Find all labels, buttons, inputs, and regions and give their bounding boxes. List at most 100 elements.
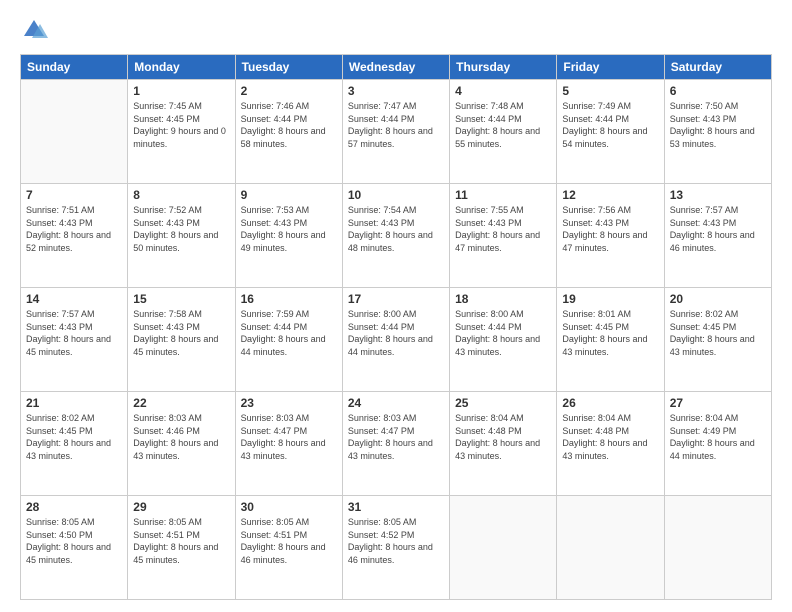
day-info: Sunrise: 7:48 AMSunset: 4:44 PMDaylight:… (455, 100, 551, 150)
day-number: 25 (455, 396, 551, 410)
day-number: 2 (241, 84, 337, 98)
day-number: 29 (133, 500, 229, 514)
day-info: Sunrise: 8:00 AMSunset: 4:44 PMDaylight:… (455, 308, 551, 358)
calendar-cell: 17 Sunrise: 8:00 AMSunset: 4:44 PMDayligh… (342, 288, 449, 392)
calendar-cell: 6 Sunrise: 7:50 AMSunset: 4:43 PMDaylight… (664, 80, 771, 184)
calendar-week-row: 7 Sunrise: 7:51 AMSunset: 4:43 PMDaylight… (21, 184, 772, 288)
day-number: 3 (348, 84, 444, 98)
calendar-day-header: Thursday (450, 55, 557, 80)
day-info: Sunrise: 8:03 AMSunset: 4:46 PMDaylight:… (133, 412, 229, 462)
day-info: Sunrise: 7:54 AMSunset: 4:43 PMDaylight:… (348, 204, 444, 254)
calendar-cell: 24 Sunrise: 8:03 AMSunset: 4:47 PMDayligh… (342, 392, 449, 496)
calendar-table: SundayMondayTuesdayWednesdayThursdayFrid… (20, 54, 772, 600)
calendar-cell: 14Sunrise: 7:57 AMSunset: 4:43 PMDayligh… (21, 288, 128, 392)
day-number: 21 (26, 396, 122, 410)
calendar-cell: 3 Sunrise: 7:47 AMSunset: 4:44 PMDaylight… (342, 80, 449, 184)
calendar-cell: 21 Sunrise: 8:02 AMSunset: 4:45 PMDayligh… (21, 392, 128, 496)
calendar-cell: 13 Sunrise: 7:57 AMSunset: 4:43 PMDayligh… (664, 184, 771, 288)
day-info: Sunrise: 8:04 AMSunset: 4:48 PMDaylight:… (455, 412, 551, 462)
day-info: Sunrise: 8:05 AMSunset: 4:52 PMDaylight:… (348, 516, 444, 566)
day-number: 9 (241, 188, 337, 202)
day-info: Sunrise: 8:04 AMSunset: 4:49 PMDaylight:… (670, 412, 766, 462)
day-info: Sunrise: 8:02 AMSunset: 4:45 PMDaylight:… (26, 412, 122, 462)
day-number: 23 (241, 396, 337, 410)
calendar-day-header: Wednesday (342, 55, 449, 80)
day-info: Sunrise: 7:57 AMSunset: 4:43 PMDaylight:… (670, 204, 766, 254)
day-info: Sunrise: 7:47 AMSunset: 4:44 PMDaylight:… (348, 100, 444, 150)
day-number: 31 (348, 500, 444, 514)
day-number: 18 (455, 292, 551, 306)
day-number: 7 (26, 188, 122, 202)
day-info: Sunrise: 7:50 AMSunset: 4:43 PMDaylight:… (670, 100, 766, 150)
day-info: Sunrise: 8:00 AMSunset: 4:44 PMDaylight:… (348, 308, 444, 358)
calendar-cell (450, 496, 557, 600)
calendar-cell: 7 Sunrise: 7:51 AMSunset: 4:43 PMDaylight… (21, 184, 128, 288)
day-number: 22 (133, 396, 229, 410)
day-number: 6 (670, 84, 766, 98)
calendar-cell: 12 Sunrise: 7:56 AMSunset: 4:43 PMDayligh… (557, 184, 664, 288)
calendar-cell: 25 Sunrise: 8:04 AMSunset: 4:48 PMDayligh… (450, 392, 557, 496)
day-number: 11 (455, 188, 551, 202)
calendar-cell: 29Sunrise: 8:05 AMSunset: 4:51 PMDayligh… (128, 496, 235, 600)
calendar-day-header: Monday (128, 55, 235, 80)
calendar-cell: 1Sunrise: 7:45 AMSunset: 4:45 PMDaylight… (128, 80, 235, 184)
day-number: 30 (241, 500, 337, 514)
day-number: 4 (455, 84, 551, 98)
calendar-cell: 31 Sunrise: 8:05 AMSunset: 4:52 PMDayligh… (342, 496, 449, 600)
day-number: 15 (133, 292, 229, 306)
day-info: Sunrise: 7:59 AMSunset: 4:44 PMDaylight:… (241, 308, 337, 358)
day-info: Sunrise: 7:49 AMSunset: 4:44 PMDaylight:… (562, 100, 658, 150)
day-info: Sunrise: 7:58 AMSunset: 4:43 PMDaylight:… (133, 308, 229, 358)
day-number: 24 (348, 396, 444, 410)
day-info: Sunrise: 8:05 AMSunset: 4:51 PMDaylight:… (241, 516, 337, 566)
day-number: 13 (670, 188, 766, 202)
calendar-cell: 4 Sunrise: 7:48 AMSunset: 4:44 PMDaylight… (450, 80, 557, 184)
calendar-cell: 19 Sunrise: 8:01 AMSunset: 4:45 PMDayligh… (557, 288, 664, 392)
calendar-cell (557, 496, 664, 600)
calendar-cell: 28Sunrise: 8:05 AMSunset: 4:50 PMDayligh… (21, 496, 128, 600)
calendar-week-row: 28Sunrise: 8:05 AMSunset: 4:50 PMDayligh… (21, 496, 772, 600)
day-info: Sunrise: 7:51 AMSunset: 4:43 PMDaylight:… (26, 204, 122, 254)
calendar-cell: 15 Sunrise: 7:58 AMSunset: 4:43 PMDayligh… (128, 288, 235, 392)
day-info: Sunrise: 7:52 AMSunset: 4:43 PMDaylight:… (133, 204, 229, 254)
calendar-cell (21, 80, 128, 184)
day-number: 10 (348, 188, 444, 202)
day-info: Sunrise: 7:46 AMSunset: 4:44 PMDaylight:… (241, 100, 337, 150)
calendar-cell: 2 Sunrise: 7:46 AMSunset: 4:44 PMDaylight… (235, 80, 342, 184)
day-info: Sunrise: 7:56 AMSunset: 4:43 PMDaylight:… (562, 204, 658, 254)
calendar-day-header: Friday (557, 55, 664, 80)
calendar-cell: 30 Sunrise: 8:05 AMSunset: 4:51 PMDayligh… (235, 496, 342, 600)
day-info: Sunrise: 8:05 AMSunset: 4:50 PMDaylight:… (26, 516, 122, 566)
calendar-week-row: 1Sunrise: 7:45 AMSunset: 4:45 PMDaylight… (21, 80, 772, 184)
day-info: Sunrise: 8:02 AMSunset: 4:45 PMDaylight:… (670, 308, 766, 358)
day-number: 19 (562, 292, 658, 306)
calendar-cell: 18 Sunrise: 8:00 AMSunset: 4:44 PMDayligh… (450, 288, 557, 392)
day-number: 12 (562, 188, 658, 202)
day-number: 20 (670, 292, 766, 306)
calendar-cell: 5Sunrise: 7:49 AMSunset: 4:44 PMDaylight… (557, 80, 664, 184)
day-info: Sunrise: 8:01 AMSunset: 4:45 PMDaylight:… (562, 308, 658, 358)
calendar-cell (664, 496, 771, 600)
calendar-cell: 9Sunrise: 7:53 AMSunset: 4:43 PMDaylight… (235, 184, 342, 288)
day-info: Sunrise: 8:03 AMSunset: 4:47 PMDaylight:… (348, 412, 444, 462)
calendar-cell: 10 Sunrise: 7:54 AMSunset: 4:43 PMDayligh… (342, 184, 449, 288)
calendar-cell: 8 Sunrise: 7:52 AMSunset: 4:43 PMDaylight… (128, 184, 235, 288)
calendar-day-header: Saturday (664, 55, 771, 80)
calendar-cell: 16 Sunrise: 7:59 AMSunset: 4:44 PMDayligh… (235, 288, 342, 392)
calendar-cell: 20 Sunrise: 8:02 AMSunset: 4:45 PMDayligh… (664, 288, 771, 392)
day-number: 1 (133, 84, 229, 98)
day-number: 16 (241, 292, 337, 306)
calendar-cell: 27Sunrise: 8:04 AMSunset: 4:49 PMDayligh… (664, 392, 771, 496)
day-info: Sunrise: 8:03 AMSunset: 4:47 PMDaylight:… (241, 412, 337, 462)
logo (20, 16, 52, 44)
calendar-header-row: SundayMondayTuesdayWednesdayThursdayFrid… (21, 55, 772, 80)
day-number: 8 (133, 188, 229, 202)
calendar-week-row: 14Sunrise: 7:57 AMSunset: 4:43 PMDayligh… (21, 288, 772, 392)
day-number: 26 (562, 396, 658, 410)
day-info: Sunrise: 7:57 AMSunset: 4:43 PMDaylight:… (26, 308, 122, 358)
day-info: Sunrise: 8:04 AMSunset: 4:48 PMDaylight:… (562, 412, 658, 462)
calendar-cell: 22 Sunrise: 8:03 AMSunset: 4:46 PMDayligh… (128, 392, 235, 496)
day-number: 17 (348, 292, 444, 306)
day-info: Sunrise: 7:55 AMSunset: 4:43 PMDaylight:… (455, 204, 551, 254)
page-header (20, 16, 772, 44)
